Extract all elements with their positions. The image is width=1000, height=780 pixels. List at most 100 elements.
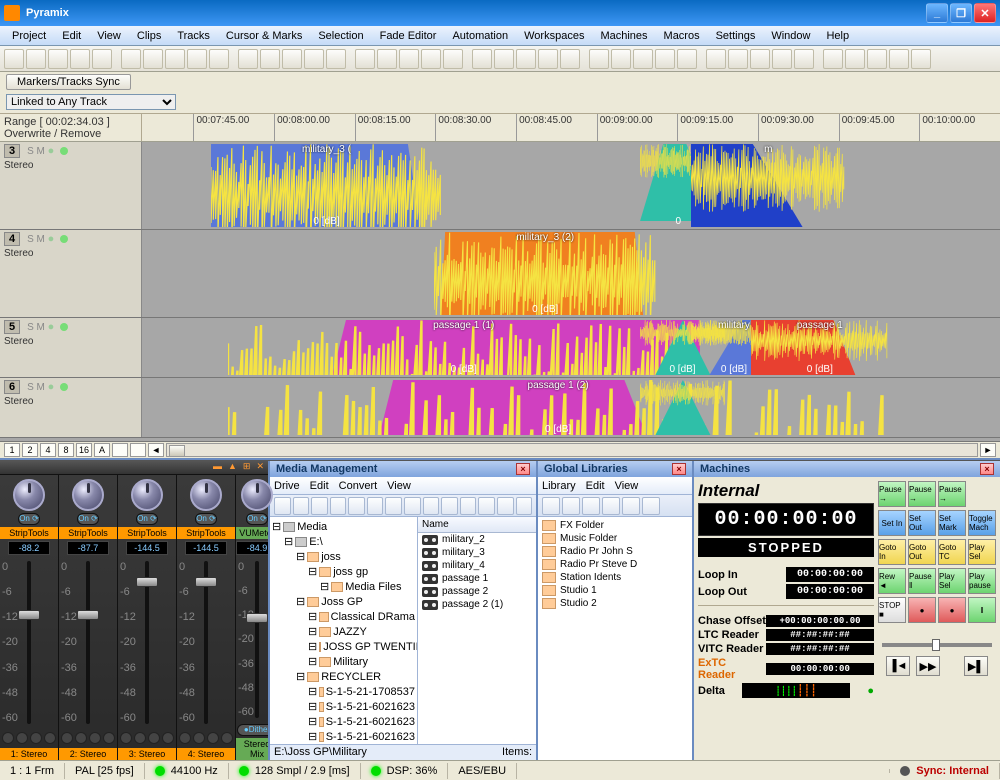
- audio-clip[interactable]: m: [691, 144, 845, 227]
- toolbar-button-38[interactable]: [889, 49, 909, 69]
- toolbar-button-0[interactable]: [4, 49, 24, 69]
- track-controls[interactable]: S M ●: [27, 382, 68, 393]
- lib-tool-button-2[interactable]: [582, 497, 600, 515]
- lib-menu-view[interactable]: View: [615, 480, 639, 492]
- toolbar-button-16[interactable]: [377, 49, 397, 69]
- toolbar-button-18[interactable]: [421, 49, 441, 69]
- media-menu-edit[interactable]: Edit: [310, 480, 329, 492]
- menu-cursor-marks[interactable]: Cursor & Marks: [218, 28, 310, 44]
- audio-clip[interactable]: passage 1 (2) 0 [dB]: [228, 380, 889, 435]
- audio-clip[interactable]: passage 1 (1) 0 [dB]: [228, 320, 700, 375]
- toolbar-button-3[interactable]: [70, 49, 90, 69]
- menu-tracks[interactable]: Tracks: [169, 28, 218, 44]
- track-lane[interactable]: military_3 (2) 0 [dB]: [142, 230, 1000, 317]
- library-item[interactable]: Radio Pr John S: [540, 545, 690, 558]
- tree-node[interactable]: ⊟S-1-5-21-6021623: [272, 699, 415, 714]
- media-tool-button-6[interactable]: [385, 497, 402, 515]
- toolbar-button-27[interactable]: [633, 49, 653, 69]
- pan-knob[interactable]: [241, 479, 273, 511]
- media-tool-button-10[interactable]: [460, 497, 477, 515]
- fader[interactable]: 0-6-12-20-36-48-60: [118, 557, 176, 728]
- tree-node[interactable]: ⊟RECYCLER: [272, 669, 415, 684]
- audio-clip[interactable]: military_3 (2) 0 [dB]: [434, 232, 657, 315]
- menu-selection[interactable]: Selection: [310, 28, 371, 44]
- menu-view[interactable]: View: [89, 28, 129, 44]
- transport-button[interactable]: Play Sel: [938, 568, 966, 594]
- record-button-2[interactable]: ●: [938, 597, 966, 623]
- toolbar-button-13[interactable]: [304, 49, 324, 69]
- menu-project[interactable]: Project: [4, 28, 54, 44]
- menu-fade-editor[interactable]: Fade Editor: [372, 28, 445, 44]
- zoom-button-8[interactable]: 8: [58, 443, 74, 457]
- toolbar-button-39[interactable]: [911, 49, 931, 69]
- loop-out-value[interactable]: 00:00:00:00: [786, 584, 874, 599]
- media-tool-button-12[interactable]: [497, 497, 514, 515]
- library-item[interactable]: Studio 2: [540, 597, 690, 610]
- toolbar-button-11[interactable]: [260, 49, 280, 69]
- link-track-select[interactable]: Linked to Any Track: [6, 94, 176, 110]
- scroll-left-button[interactable]: ◄: [148, 443, 164, 457]
- transport-button[interactable]: Pause ‖: [908, 568, 936, 594]
- tree-node[interactable]: ⊟joss: [272, 549, 415, 564]
- track-controls[interactable]: S M ●: [27, 234, 68, 245]
- pause-button[interactable]: ‖: [968, 597, 996, 623]
- pan-knob[interactable]: [131, 479, 163, 511]
- fader[interactable]: 0-6-12-20-36-48-60: [0, 557, 58, 728]
- toolbar-button-22[interactable]: [516, 49, 536, 69]
- close-button[interactable]: ✕: [974, 3, 996, 23]
- toolbar-button-33[interactable]: [772, 49, 792, 69]
- lib-tool-button-3[interactable]: [602, 497, 620, 515]
- tree-node[interactable]: ⊟Classical DRama: [272, 609, 415, 624]
- lib-menu-edit[interactable]: Edit: [586, 480, 605, 492]
- zoom-button-16[interactable]: 16: [76, 443, 92, 457]
- fader[interactable]: 0-6-12-20-36-48-60: [177, 557, 235, 728]
- media-tool-button-5[interactable]: [367, 497, 384, 515]
- audio-clip[interactable]: [640, 380, 726, 435]
- on-button[interactable]: On ⟳: [195, 513, 217, 525]
- menu-macros[interactable]: Macros: [656, 28, 708, 44]
- toolbar-button-8[interactable]: [187, 49, 207, 69]
- menu-settings[interactable]: Settings: [708, 28, 764, 44]
- track-lane[interactable]: military_3 ( 0 [dB] 0 m: [142, 142, 1000, 229]
- track-header[interactable]: 6 S M ● Stereo: [0, 378, 142, 437]
- tree-node[interactable]: ⊟Military: [272, 654, 415, 669]
- time-ruler[interactable]: 00:07:45.0000:08:00.0000:08:15.0000:08:3…: [142, 114, 1000, 141]
- tree-node[interactable]: ⊟Media: [272, 519, 415, 534]
- transport-button[interactable]: Goto TC: [938, 539, 966, 565]
- audio-clip[interactable]: passage 1 0 [dB]: [751, 320, 888, 375]
- menu-workspaces[interactable]: Workspaces: [516, 28, 592, 44]
- mute-solo-controls[interactable]: [0, 730, 58, 746]
- toolbar-button-12[interactable]: [282, 49, 302, 69]
- prev-button[interactable]: ▐◄: [886, 656, 910, 676]
- track-controls[interactable]: S M ●: [27, 322, 68, 333]
- toolbar-button-30[interactable]: [706, 49, 726, 69]
- scroll-right-button[interactable]: ►: [980, 443, 996, 457]
- menu-machines[interactable]: Machines: [592, 28, 655, 44]
- file-item[interactable]: military_2: [418, 533, 536, 546]
- transport-button[interactable]: Set Out: [908, 510, 936, 536]
- markers-sync-button[interactable]: Markers/Tracks Sync: [6, 74, 131, 90]
- maximize-button[interactable]: ❐: [950, 3, 972, 23]
- toolbar-button-19[interactable]: [443, 49, 463, 69]
- lib-tool-button-5[interactable]: [642, 497, 660, 515]
- transport-button[interactable]: Pause →: [878, 481, 906, 507]
- mute-solo-controls[interactable]: [118, 730, 176, 746]
- tree-node[interactable]: ⊟joss gp: [272, 564, 415, 579]
- file-item[interactable]: passage 1: [418, 572, 536, 585]
- menu-window[interactable]: Window: [763, 28, 818, 44]
- track-header[interactable]: 4 S M ● Stereo: [0, 230, 142, 317]
- lib-menu-library[interactable]: Library: [542, 480, 576, 492]
- media-close-button[interactable]: ×: [516, 463, 530, 475]
- zoom-button-1[interactable]: 1: [4, 443, 20, 457]
- library-item[interactable]: FX Folder: [540, 519, 690, 532]
- pan-knob[interactable]: [13, 479, 45, 511]
- file-item[interactable]: military_3: [418, 546, 536, 559]
- library-item[interactable]: Music Folder: [540, 532, 690, 545]
- toolbar-button-36[interactable]: [845, 49, 865, 69]
- tree-node[interactable]: ⊟JAZZY: [272, 624, 415, 639]
- media-menu-convert[interactable]: Convert: [339, 480, 378, 492]
- tree-node[interactable]: ⊟S-1-5-21-6021623: [272, 714, 415, 729]
- tree-node[interactable]: ⊟E:\: [272, 534, 415, 549]
- record-button[interactable]: ●: [908, 597, 936, 623]
- toolbar-button-1[interactable]: [26, 49, 46, 69]
